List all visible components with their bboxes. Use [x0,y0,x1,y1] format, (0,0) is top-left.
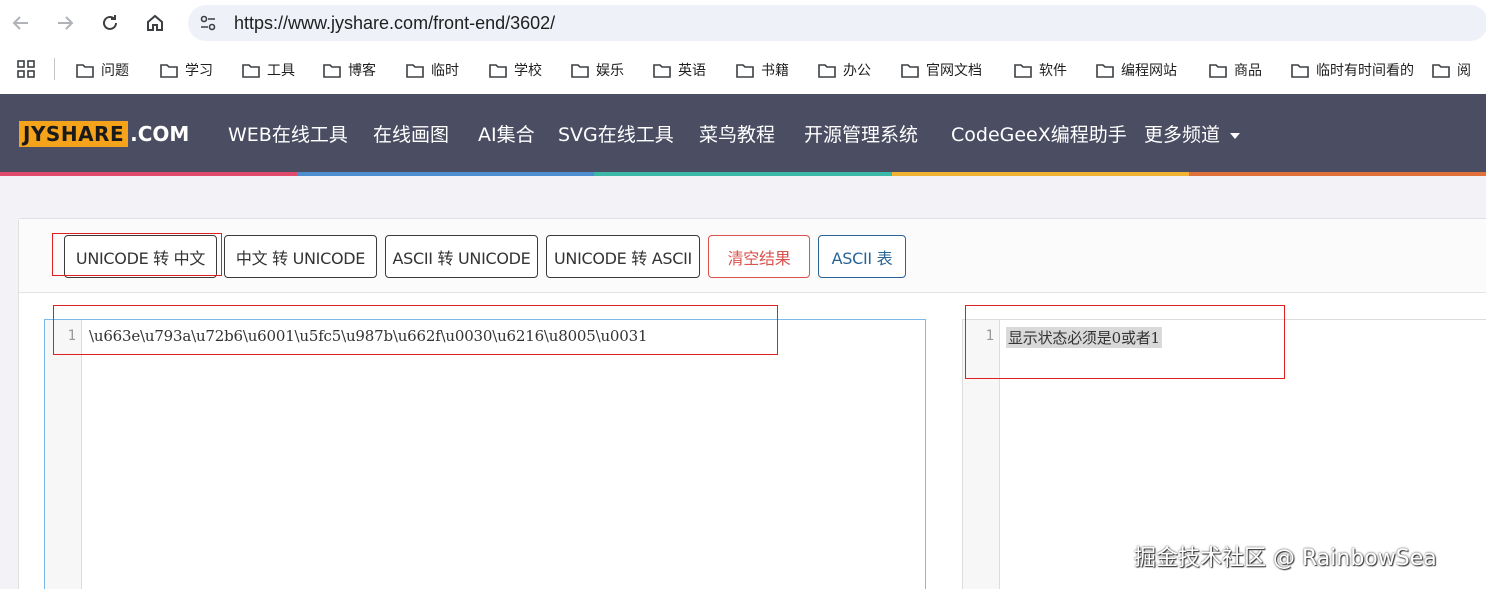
bookmark-item[interactable]: 学校 [489,58,542,82]
address-bar[interactable]: https://www.jyshare.com/front-end/3602/ [188,5,1486,41]
logo-suffix: .COM [130,122,190,146]
apps-grid-icon[interactable] [17,60,35,78]
folder-icon [160,63,178,78]
bookmark-label: 工具 [267,63,295,79]
folder-icon [489,63,507,78]
bookmark-label: 临时有时间看的 [1316,63,1414,79]
bookmark-item[interactable]: 临时有时间看的 [1291,58,1414,82]
unicode-to-ascii-button[interactable]: UNICODE 转 ASCII [546,235,700,278]
forward-arrow-icon[interactable] [52,10,78,36]
ascii-table-button[interactable]: ASCII 表 [818,235,906,278]
folder-icon [736,63,754,78]
bookmark-label: 娱乐 [596,63,624,79]
bookmark-item[interactable]: 书籍 [736,58,789,82]
folder-icon [1432,63,1450,78]
nav-drawing[interactable]: 在线画图 [373,120,449,147]
url-text[interactable]: https://www.jyshare.com/front-end/3602/ [234,13,555,34]
bookmark-label: 官网文档 [926,63,982,79]
watermark: 掘金技术社区 @ RainbowSea [1134,546,1437,571]
annotation-box-input [53,305,778,355]
bookmark-item[interactable]: 办公 [818,58,871,82]
nav-ai[interactable]: AI集合 [478,120,535,147]
logo-main: JYSHARE [19,121,129,147]
nav-more-label: 更多频道 [1144,124,1221,146]
bookmark-label: 学校 [514,63,542,79]
site-settings-icon[interactable] [198,13,218,33]
chinese-to-unicode-button[interactable]: 中文 转 UNICODE [224,235,377,278]
bookmark-label: 软件 [1039,63,1067,79]
nav-codegeex[interactable]: CodeGeeX编程助手 [951,120,1127,147]
bookmark-label: 书籍 [761,63,789,79]
folder-icon [1291,63,1309,78]
bookmark-label: 问题 [101,63,129,79]
site-navbar: JYSHARE .COM WEB在线工具 在线画图 AI集合 SVG在线工具 菜… [0,94,1486,172]
browser-toolbar: https://www.jyshare.com/front-end/3602/ [0,0,1486,46]
bookmark-item[interactable]: 工具 [242,58,295,82]
bookmark-item[interactable]: 娱乐 [571,58,624,82]
bookmark-label: 学习 [185,63,213,79]
bookmark-item[interactable]: 问题 [76,58,129,82]
folder-icon [818,63,836,78]
folder-icon [1014,63,1032,78]
folder-icon [323,63,341,78]
annotation-box-button [52,233,222,276]
site-logo[interactable]: JYSHARE .COM [19,121,189,147]
folder-icon [901,63,919,78]
bookmark-item[interactable]: 博客 [323,58,376,82]
nav-more[interactable]: 更多频道 [1144,120,1241,147]
bookmark-label: 商品 [1234,63,1262,79]
folder-icon [571,63,589,78]
folder-icon [76,63,94,78]
nav-web-tools[interactable]: WEB在线工具 [228,120,348,147]
bookmarks-bar: 问题 学习 工具 博客 临时 学校 娱乐 英语 书籍 办公 官网文档 软件 编程网站 商品 临时有时间看的 阅 [0,46,1486,94]
folder-icon [1209,63,1227,78]
bookmark-label: 临时 [431,63,459,79]
bookmarks-divider [54,58,55,80]
bookmark-item[interactable]: 学习 [160,58,213,82]
clear-result-button[interactable]: 清空结果 [708,235,810,278]
bookmark-item[interactable]: 编程网站 [1096,58,1177,82]
bookmark-label: 阅 [1457,63,1471,79]
bookmark-label: 英语 [678,63,706,79]
reload-icon[interactable] [97,10,123,36]
folder-icon [242,63,260,78]
caret-down-icon [1230,132,1241,139]
nav-runoob[interactable]: 菜鸟教程 [699,120,775,147]
ascii-to-unicode-button[interactable]: ASCII 转 UNICODE [385,235,538,278]
folder-icon [406,63,424,78]
bookmark-item[interactable]: 阅 [1432,58,1471,82]
bookmark-item[interactable]: 软件 [1014,58,1067,82]
bookmark-item[interactable]: 官网文档 [901,58,982,82]
back-arrow-icon[interactable] [8,10,34,36]
nav-svg-tools[interactable]: SVG在线工具 [558,120,674,147]
nav-open-source[interactable]: 开源管理系统 [804,120,918,147]
home-icon[interactable] [142,10,168,36]
input-editor[interactable]: 1 \u663e\u793a\u72b6\u6001\u5fc5\u987b\u… [44,319,926,589]
bookmark-label: 办公 [843,63,871,79]
folder-icon [653,63,671,78]
bookmark-item[interactable]: 英语 [653,58,706,82]
bookmark-item[interactable]: 临时 [406,58,459,82]
input-gutter: 1 [45,320,82,589]
folder-icon [1096,63,1114,78]
bookmark-item[interactable]: 商品 [1209,58,1262,82]
annotation-box-output [965,305,1285,379]
bookmark-label: 博客 [348,63,376,79]
bookmark-label: 编程网站 [1121,63,1177,79]
